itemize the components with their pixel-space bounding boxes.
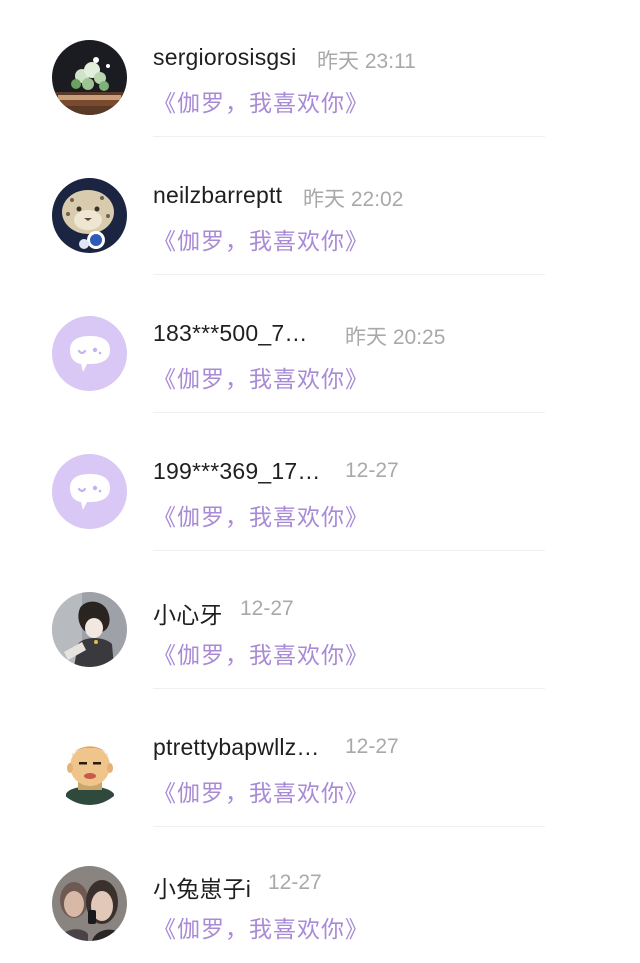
avatar[interactable] <box>52 40 127 115</box>
timestamp: 昨天 20:25 <box>345 326 446 349</box>
divider <box>153 412 545 413</box>
user-name[interactable]: 小兔崽子i <box>153 870 251 904</box>
work-title-link[interactable]: 《伽罗，我喜欢你》 <box>153 222 369 256</box>
chat-bubble-icon <box>52 316 127 391</box>
timestamp: 12-27 <box>345 735 399 758</box>
user-name[interactable]: neilzbarreptt <box>153 182 282 209</box>
divider <box>153 550 545 551</box>
message-list: sergiorosisgsi 昨天 23:11 《伽罗，我喜欢你》 neilzb… <box>0 0 640 960</box>
divider <box>153 688 545 689</box>
work-title-link[interactable]: 《伽罗，我喜欢你》 <box>153 636 369 670</box>
list-item[interactable]: neilzbarreptt 昨天 22:02 《伽罗，我喜欢你》 <box>0 138 640 275</box>
divider <box>153 136 545 137</box>
list-item[interactable]: 199***369_17… 12-27 《伽罗，我喜欢你》 <box>0 414 640 551</box>
list-item[interactable]: 小兔崽子i 12-27 《伽罗，我喜欢你》 <box>0 826 640 963</box>
user-name[interactable]: sergiorosisgsi <box>153 44 296 71</box>
work-title-link[interactable]: 《伽罗，我喜欢你》 <box>153 84 369 118</box>
avatar[interactable] <box>52 316 127 391</box>
work-title-link[interactable]: 《伽罗，我喜欢你》 <box>153 910 369 944</box>
work-title-link[interactable]: 《伽罗，我喜欢你》 <box>153 498 369 532</box>
user-name[interactable]: 199***369_17… <box>153 458 321 485</box>
user-name[interactable]: 183***500_7… <box>153 320 308 347</box>
divider <box>153 274 545 275</box>
avatar[interactable] <box>52 178 127 253</box>
list-item[interactable]: sergiorosisgsi 昨天 23:11 《伽罗，我喜欢你》 <box>0 0 640 137</box>
avatar[interactable] <box>52 730 127 805</box>
user-name[interactable]: ptrettybapwllz… <box>153 734 320 761</box>
work-title-link[interactable]: 《伽罗，我喜欢你》 <box>153 360 369 394</box>
avatar[interactable] <box>52 592 127 667</box>
work-title-link[interactable]: 《伽罗，我喜欢你》 <box>153 774 369 808</box>
timestamp: 12-27 <box>345 459 399 482</box>
timestamp: 12-27 <box>240 597 294 620</box>
avatar[interactable] <box>52 866 127 941</box>
list-item[interactable]: 小心牙 12-27 《伽罗，我喜欢你》 <box>0 552 640 689</box>
user-name[interactable]: 小心牙 <box>153 596 223 630</box>
timestamp: 昨天 23:11 <box>317 50 416 73</box>
list-item[interactable]: 183***500_7… 昨天 20:25 《伽罗，我喜欢你》 <box>0 276 640 413</box>
timestamp: 12-27 <box>268 871 322 894</box>
list-item[interactable]: ptrettybapwllz… 12-27 《伽罗，我喜欢你》 <box>0 690 640 827</box>
timestamp: 昨天 22:02 <box>303 188 404 211</box>
chat-bubble-icon <box>52 454 127 529</box>
avatar[interactable] <box>52 454 127 529</box>
